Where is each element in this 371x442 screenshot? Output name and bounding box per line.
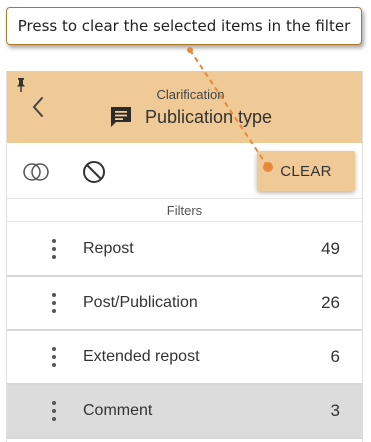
page-title: Publication type xyxy=(144,106,273,127)
filter-list: Repost 49 Post/Publication 26 Extended r… xyxy=(7,223,362,439)
tooltip-text: Press to clear the selected items in the… xyxy=(17,17,351,35)
item-count: 26 xyxy=(321,293,340,312)
item-count: 6 xyxy=(330,347,340,366)
overlap-icon[interactable] xyxy=(21,162,51,182)
kebab-icon[interactable] xyxy=(51,401,57,423)
list-item[interactable]: Repost 49 xyxy=(7,223,362,277)
list-item-selected[interactable]: Comment 3 xyxy=(7,385,362,439)
panel-header: Clarification Publication type xyxy=(7,71,362,143)
item-label: Post/Publication xyxy=(83,294,198,311)
header-title-row: Publication type xyxy=(7,104,362,130)
filter-panel: Clarification Publication type CLEAR Fil… xyxy=(6,71,363,442)
kebab-icon[interactable] xyxy=(51,239,57,261)
tooltip-anchor-dot xyxy=(187,47,193,53)
item-label: Extended repost xyxy=(83,348,200,365)
message-icon xyxy=(110,107,131,127)
header-kicker: Clarification xyxy=(156,87,225,102)
block-icon[interactable] xyxy=(82,160,106,184)
kebab-icon[interactable] xyxy=(51,347,57,369)
item-label: Repost xyxy=(83,240,134,257)
tooltip-callout: Press to clear the selected items in the… xyxy=(6,7,362,45)
clear-button[interactable]: CLEAR xyxy=(257,151,355,191)
kebab-icon[interactable] xyxy=(51,293,57,315)
item-label: Comment xyxy=(83,402,153,419)
filters-label: Filters xyxy=(7,198,362,222)
item-count: 3 xyxy=(330,401,340,420)
item-count: 49 xyxy=(321,239,340,258)
list-item[interactable]: Extended repost 6 xyxy=(7,331,362,385)
list-item[interactable]: Post/Publication 26 xyxy=(7,277,362,331)
